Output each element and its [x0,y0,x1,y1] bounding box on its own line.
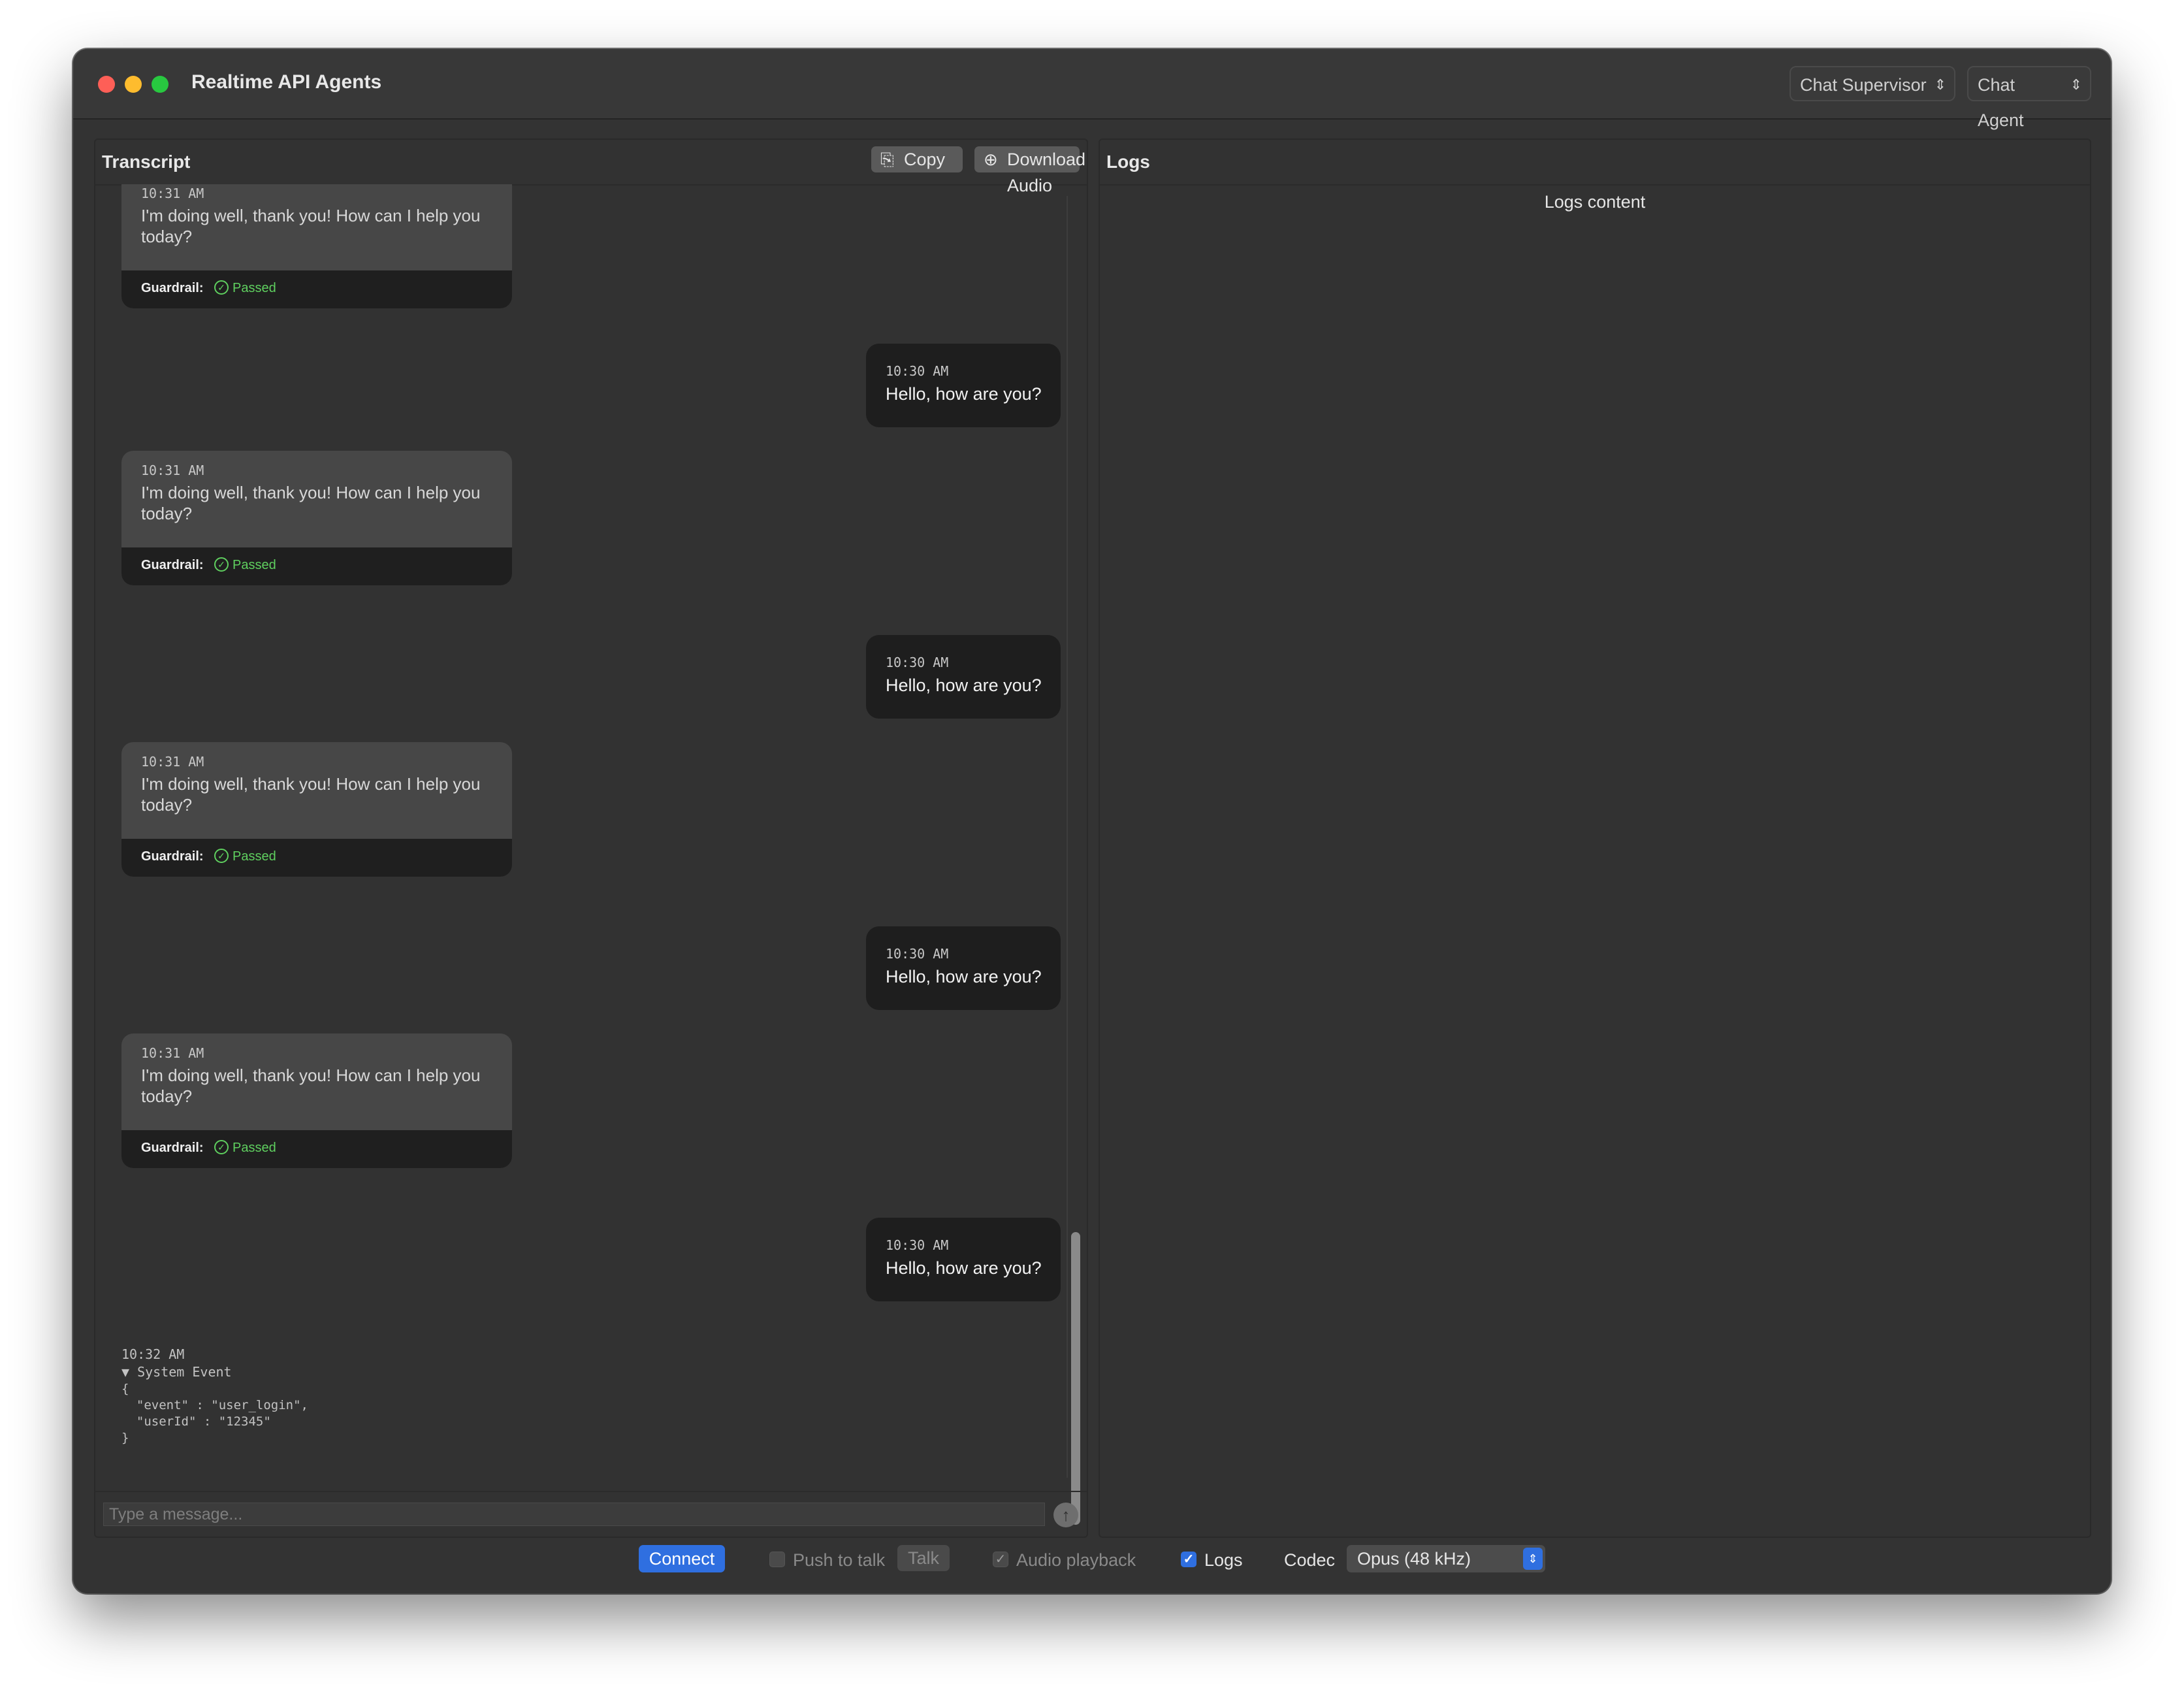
push-to-talk-checkbox[interactable] [769,1552,785,1567]
chevron-updown-icon: ⇕ [1523,1548,1543,1570]
message-time: 10:31 AM [141,1045,204,1061]
message-text: I'm doing well, thank you! How can I hel… [141,774,481,815]
agent-select-value: Chat Agent [1978,75,2024,130]
guardrail-status: Passed [233,849,276,864]
message-text: Hello, how are you? [886,675,1042,695]
message-text: I'm doing well, thank you! How can I hel… [141,483,481,523]
assistant-message: 10:31 AM I'm doing well, thank you! How … [121,1033,512,1168]
guardrail-status: Passed [233,558,276,572]
message-time: 10:31 AM [141,186,204,201]
guardrail-bar: Guardrail: ✓ Passed [121,1130,512,1168]
agent-select[interactable]: Chat Agent ⇕ [1967,66,2091,130]
system-event-time: 10:32 AM [121,1346,185,1362]
system-event-toggle[interactable]: ▼ System Event [121,1363,308,1381]
guardrail-bar: Guardrail: ✓ Passed [121,839,512,877]
guardrail-bar: Guardrail: ✓ Passed [121,270,512,308]
check-circle-icon: ✓ [214,557,229,572]
scenario-select-value: Chat Supervisor [1800,75,1927,95]
user-message: 10:30 AM Hello, how are you? [866,635,1061,719]
message-text: I'm doing well, thank you! How can I hel… [141,206,481,246]
transcript-scrollbar-thumb[interactable] [1071,1232,1080,1525]
logs-checkbox[interactable]: ✓ [1181,1552,1196,1567]
app-title: Realtime API Agents [191,71,382,93]
check-circle-icon: ✓ [214,280,229,295]
logs-content: Logs content [1544,192,1646,212]
check-circle-icon: ✓ [214,849,229,863]
transcript-header: Transcript ⎘ Copy ⊕ Download Audio [95,140,1087,195]
logs-title: Logs [1106,152,1150,172]
audio-playback-checkbox[interactable]: ✓ [993,1552,1008,1567]
user-message: 10:30 AM Hello, how are you? [866,1218,1061,1301]
copy-label: Copy [904,150,946,169]
guardrail-status: Passed [233,1141,276,1155]
logs-panel: Logs Logs content [1099,138,2091,1538]
assistant-message: 10:31 AM I'm doing well, thank you! How … [121,184,512,308]
message-time: 10:30 AM [886,946,949,962]
message-text: Hello, how are you? [886,967,1042,986]
scenario-select[interactable]: Chat Supervisor ⇕ [1790,66,1955,101]
guardrail-status: Passed [233,281,276,295]
assistant-message: 10:31 AM I'm doing well, thank you! How … [121,742,512,877]
guardrail-label: Guardrail: [141,558,204,572]
guardrail-label: Guardrail: [141,849,204,864]
chevron-updown-icon: ⇕ [2070,76,2082,93]
arrow-up-icon: ↑ [1061,1505,1070,1525]
codec-value: Opus (48 kHz) [1357,1549,1471,1569]
message-input[interactable] [103,1503,1045,1526]
clipboard-icon: ⎘ [880,150,894,169]
transcript-panel: Transcript ⎘ Copy ⊕ Download Audio 10:31… [94,138,1088,1538]
chevron-updown-icon: ⇕ [1934,76,1946,93]
message-text: Hello, how are you? [886,384,1042,404]
copy-button[interactable]: ⎘ Copy [871,146,963,172]
composer: ↑ [95,1491,1087,1537]
message-time: 10:30 AM [886,363,949,379]
download-circle-icon: ⊕ [984,150,998,169]
message-text: Hello, how are you? [886,1258,1042,1278]
transcript-scroll-area[interactable]: 10:31 AM I'm doing well, thank you! How … [95,184,1068,1491]
logs-header: Logs [1100,140,2090,186]
connect-button[interactable]: Connect [639,1545,725,1572]
system-event[interactable]: 10:32 AM ▼ System Event { "event" : "use… [121,1346,308,1446]
download-audio-button[interactable]: ⊕ Download Audio [974,146,1085,195]
message-text: I'm doing well, thank you! How can I hel… [141,1066,481,1106]
user-message: 10:30 AM Hello, how are you? [866,926,1061,1010]
guardrail-bar: Guardrail: ✓ Passed [121,547,512,585]
transcript-title: Transcript [102,152,191,172]
maximize-window-button[interactable] [152,76,169,93]
check-circle-icon: ✓ [214,1140,229,1154]
logs-toggle-label: Logs [1204,1550,1243,1570]
system-event-body: { "event" : "user_login", "userId" : "12… [121,1382,308,1445]
message-time: 10:30 AM [886,655,949,670]
user-message: 10:30 AM Hello, how are you? [866,344,1061,427]
guardrail-label: Guardrail: [141,281,204,295]
audio-playback-label: Audio playback [1016,1550,1136,1570]
message-time: 10:31 AM [141,463,204,478]
push-to-talk-label: Push to talk [793,1550,886,1570]
send-button[interactable]: ↑ [1053,1503,1078,1527]
app-window: Realtime API Agents Chat Supervisor ⇕ Ch… [73,49,2111,1593]
title-bar: Realtime API Agents Chat Supervisor ⇕ Ch… [73,49,2111,130]
assistant-message: 10:31 AM I'm doing well, thank you! How … [121,451,512,585]
codec-label: Codec [1284,1550,1336,1570]
close-window-button[interactable] [98,76,115,93]
minimize-window-button[interactable] [125,76,142,93]
guardrail-label: Guardrail: [141,1141,204,1155]
bottom-toolbar: Connect Push to talk Talk ✓ Audio playba… [73,1545,2111,1584]
codec-select[interactable]: Opus (48 kHz) ⇕ [1347,1545,1545,1572]
talk-button[interactable]: Talk [897,1545,950,1571]
message-time: 10:30 AM [886,1237,949,1253]
message-time: 10:31 AM [141,754,204,770]
